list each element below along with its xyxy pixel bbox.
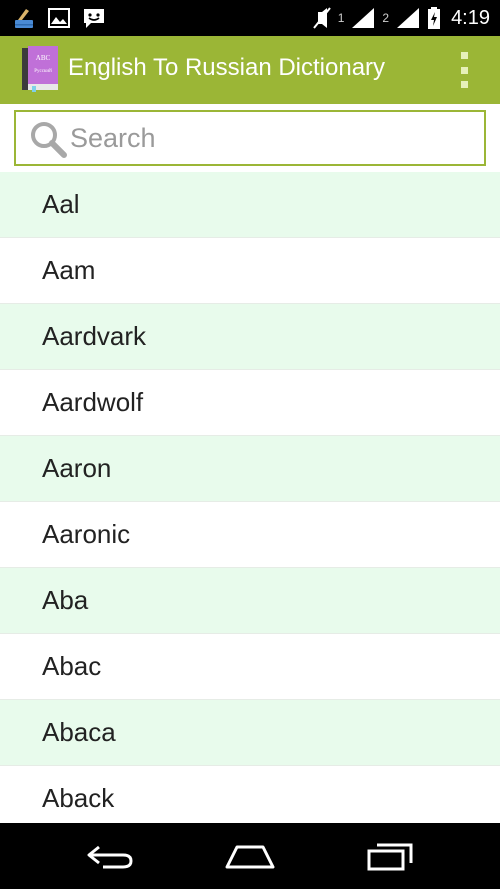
search-field[interactable]	[14, 110, 486, 166]
list-item[interactable]: Aaronic	[0, 502, 500, 568]
list-item[interactable]: Abac	[0, 634, 500, 700]
word-list: Aal Aam Aardvark Aardwolf Aaron Aaronic …	[0, 172, 500, 823]
clock: 4:19	[451, 6, 490, 29]
list-item[interactable]: Aardwolf	[0, 370, 500, 436]
mute-icon	[312, 6, 332, 30]
navigation-bar	[0, 823, 500, 889]
list-item[interactable]: Aaron	[0, 436, 500, 502]
notification-icons	[12, 6, 106, 30]
back-icon[interactable]	[80, 835, 140, 877]
recents-icon[interactable]	[360, 835, 420, 877]
search-input[interactable]	[70, 120, 470, 156]
overflow-menu-icon[interactable]	[458, 52, 470, 88]
list-item[interactable]: Aam	[0, 238, 500, 304]
list-item[interactable]: Aback	[0, 766, 500, 823]
search-icon	[28, 120, 68, 158]
app-title: English To Russian Dictionary	[68, 54, 386, 81]
battery-icon	[427, 6, 441, 30]
signal-icon	[395, 6, 421, 30]
list-item[interactable]: Aba	[0, 568, 500, 634]
app-icon-text-bottom: Русский	[34, 69, 52, 74]
system-icons: 1 2 4:19	[312, 4, 490, 32]
messenger-icon	[82, 6, 106, 30]
list-item[interactable]: Abaca	[0, 700, 500, 766]
list-item[interactable]: Aal	[0, 172, 500, 238]
image-icon	[48, 6, 70, 30]
home-icon[interactable]	[220, 835, 280, 877]
app-icon-text-top: ABC	[36, 54, 51, 62]
sim2-label: 2	[382, 11, 390, 25]
app-bar: ABC Русский English To Russian Dictionar…	[0, 36, 500, 104]
signal-icon	[350, 6, 376, 30]
dictionary-book-icon: ABC Русский	[22, 46, 60, 92]
broom-icon	[12, 6, 36, 30]
status-bar: 1 2 4:19	[0, 0, 500, 36]
list-item[interactable]: Aardvark	[0, 304, 500, 370]
sim1-label: 1	[337, 11, 345, 25]
